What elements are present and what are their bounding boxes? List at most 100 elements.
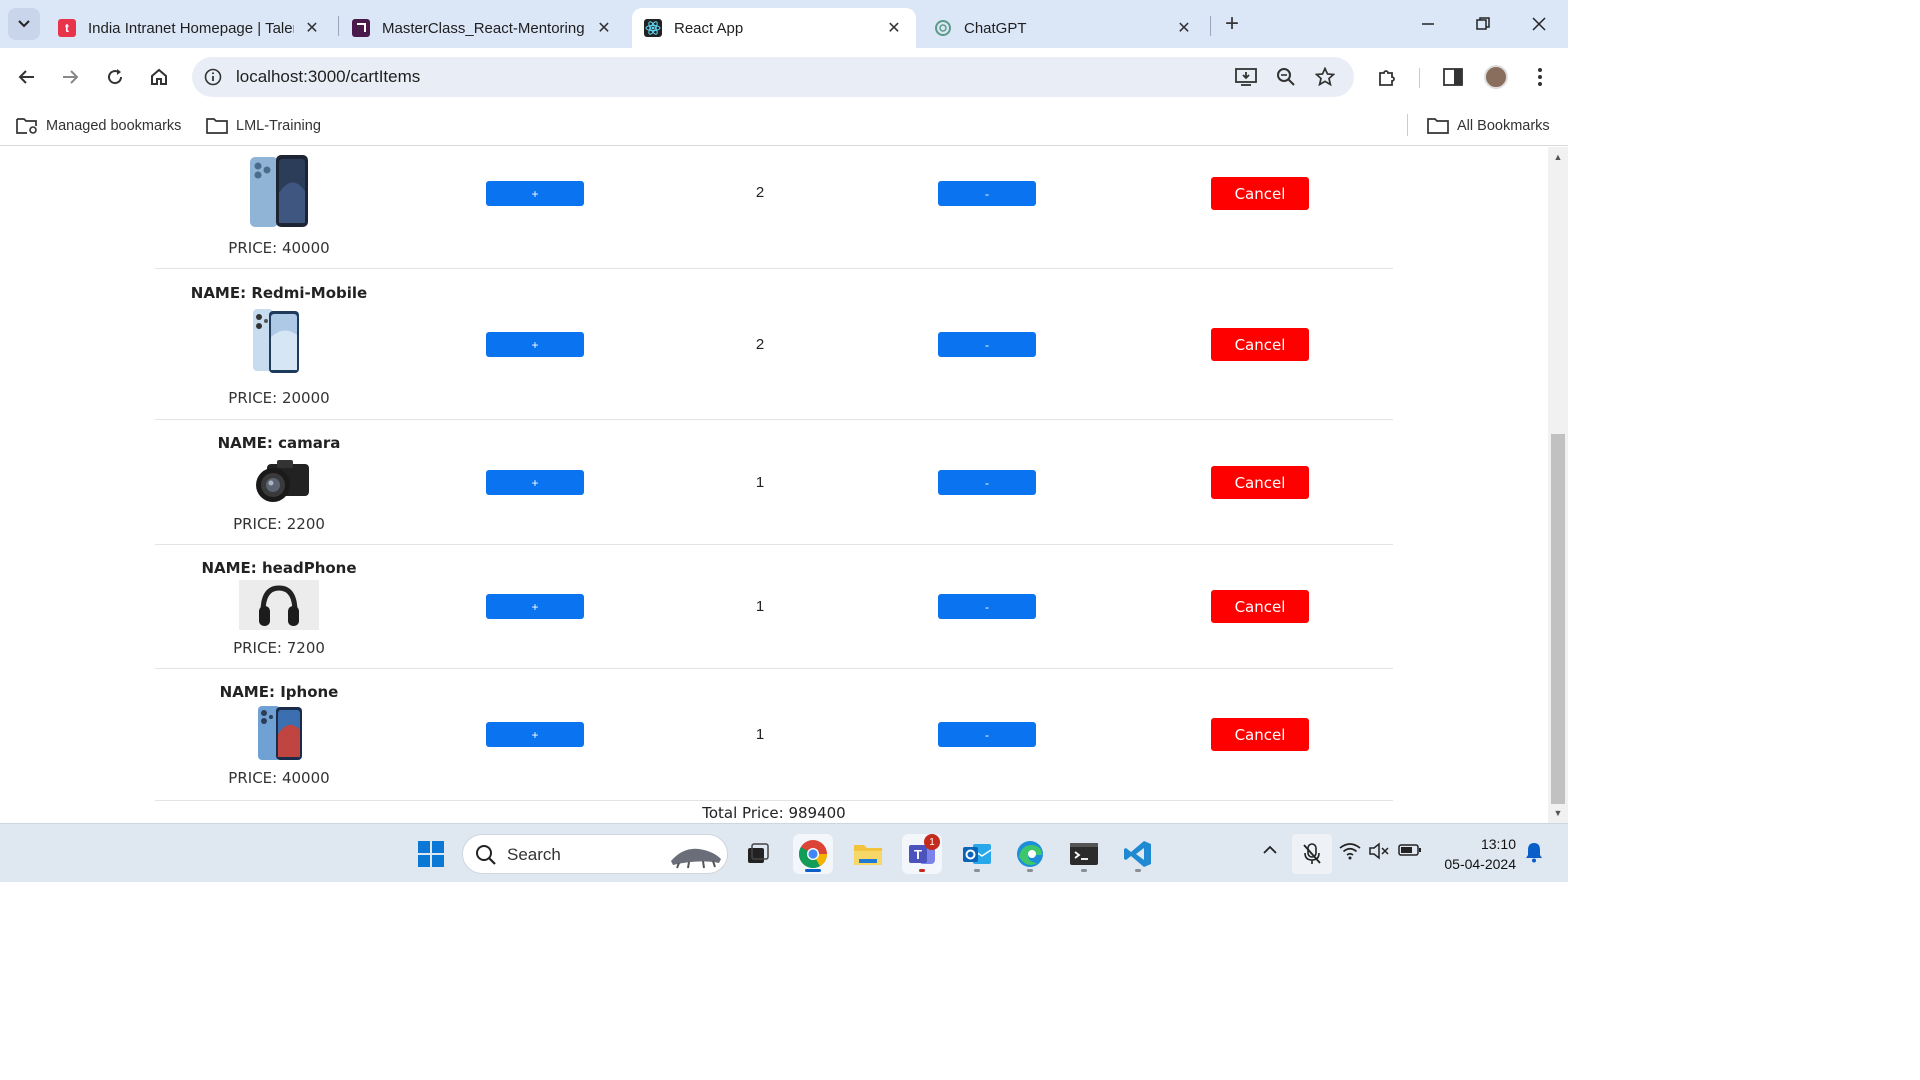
cart-item-row: NAME: headPhone PRICE: 7200 + 1 - Cancel (155, 545, 1393, 669)
new-tab-button[interactable]: + (1218, 10, 1246, 38)
increase-quantity-button[interactable]: + (486, 722, 584, 747)
tab-react-app[interactable]: React App ✕ (632, 8, 916, 48)
tab-masterclass[interactable]: MasterClass_React-Mentoring s ✕ (340, 8, 626, 48)
scrollbar-thumb[interactable] (1551, 434, 1565, 804)
clock[interactable]: 13:10 05-04-2024 (1430, 834, 1516, 874)
terminal-taskbar-button[interactable] (1064, 834, 1104, 874)
tab-title: MasterClass_React-Mentoring s (382, 19, 586, 37)
bookmark-folder-lml-training[interactable]: LML-Training (206, 112, 321, 140)
back-button[interactable] (11, 61, 43, 93)
decrease-quantity-button[interactable]: - (938, 722, 1036, 747)
product-cell: NAME: Redmi-Mobile PRICE: 20000 (155, 269, 403, 420)
notifications-bell-icon[interactable] (1524, 841, 1544, 868)
tab-chatgpt[interactable]: ChatGPT ✕ (922, 8, 1206, 48)
cancel-item-button[interactable]: Cancel (1211, 590, 1309, 623)
file-explorer-button[interactable] (848, 834, 888, 874)
puzzle-icon (1379, 70, 1395, 86)
close-icon (1532, 17, 1546, 31)
microphone-muted-button[interactable] (1292, 834, 1332, 874)
cart-item-row: PRICE: 40000 + 2 - Cancel (155, 147, 1393, 269)
plus-icon: + (1224, 10, 1239, 37)
tab-search-button[interactable] (8, 8, 40, 40)
close-tab-icon[interactable]: ✕ (594, 18, 614, 38)
home-icon (151, 68, 167, 85)
profile-button[interactable] (1480, 61, 1512, 93)
running-indicator (974, 869, 980, 872)
forward-button[interactable] (54, 61, 86, 93)
cart-item-row: NAME: Redmi-Mobile PRICE: 20000 + 2 - Ca… (155, 269, 1393, 420)
tab-strip: t India Intranet Homepage | Taler ✕ Mast… (0, 0, 1568, 48)
decrease-quantity-button[interactable]: - (938, 181, 1036, 206)
bookmarks-bar: Managed bookmarks LML-Training All Bookm… (0, 106, 1568, 146)
quantity-value: 1 (755, 474, 765, 491)
all-bookmarks[interactable]: All Bookmarks (1427, 112, 1550, 140)
edge-taskbar-button[interactable] (1010, 834, 1050, 874)
url-text[interactable]: localhost:3000/cartItems (236, 67, 420, 87)
task-view-button[interactable] (738, 834, 778, 874)
increase-quantity-button[interactable]: + (486, 594, 584, 619)
terminal-icon (1070, 843, 1098, 865)
extensions-button[interactable] (1371, 61, 1403, 93)
close-tab-icon[interactable]: ✕ (1174, 18, 1194, 38)
product-cell: NAME: Iphone PRICE: 40000 (155, 669, 403, 801)
reload-button[interactable] (99, 61, 131, 93)
menu-button[interactable] (1524, 61, 1556, 93)
camera-image (256, 460, 309, 502)
notification-badge: 1 (924, 834, 940, 850)
zoom-icon[interactable] (1274, 65, 1298, 89)
tab-intranet[interactable]: t India Intranet Homepage | Taler ✕ (46, 8, 334, 48)
decrease-quantity-button[interactable]: - (938, 470, 1036, 495)
chrome-taskbar-button[interactable] (793, 834, 833, 874)
battery-icon[interactable] (1398, 842, 1422, 863)
decrease-quantity-button[interactable]: - (938, 594, 1036, 619)
page-viewport: PRICE: 40000 + 2 - Cancel NAME: Redmi-Mo… (0, 147, 1568, 823)
wifi-icon[interactable] (1339, 842, 1361, 865)
cancel-item-button[interactable]: Cancel (1211, 177, 1309, 210)
page-scrollbar[interactable]: ▲ ▼ (1548, 147, 1568, 823)
increase-quantity-button[interactable]: + (486, 332, 584, 357)
product-name: NAME: Redmi-Mobile (190, 284, 368, 302)
folder-icon (206, 118, 228, 134)
minimize-button[interactable] (1405, 6, 1451, 42)
install-app-icon[interactable] (1234, 65, 1258, 89)
running-indicator (1135, 869, 1141, 872)
scroll-down-arrow-icon[interactable]: ▼ (1552, 807, 1564, 819)
teams-taskbar-button[interactable]: T 1 (902, 834, 942, 874)
restore-button[interactable] (1460, 6, 1506, 42)
address-bar[interactable]: localhost:3000/cartItems (192, 57, 1354, 97)
scroll-up-arrow-icon[interactable]: ▲ (1552, 151, 1564, 163)
cancel-item-button[interactable]: Cancel (1211, 466, 1309, 499)
volume-muted-icon[interactable] (1368, 842, 1390, 865)
running-indicator (1081, 869, 1087, 872)
managed-bookmarks[interactable]: Managed bookmarks (16, 112, 181, 140)
site-info-icon[interactable] (202, 66, 224, 88)
side-panel-button[interactable] (1437, 61, 1469, 93)
arrow-left-icon (18, 70, 34, 84)
cancel-item-button[interactable]: Cancel (1211, 328, 1309, 361)
running-indicator (1027, 869, 1033, 872)
vscode-taskbar-button[interactable] (1118, 834, 1158, 874)
bookmark-star-icon[interactable] (1313, 65, 1337, 89)
outlook-taskbar-button[interactable] (957, 834, 997, 874)
increase-quantity-button[interactable]: + (486, 181, 584, 206)
search-icon (476, 845, 496, 865)
bookmarks-separator (1407, 114, 1408, 136)
close-window-button[interactable] (1516, 6, 1562, 42)
search-highlight-image (671, 848, 721, 869)
cancel-item-button[interactable]: Cancel (1211, 718, 1309, 751)
taskbar-search[interactable]: Search (462, 834, 728, 874)
show-hidden-icons-button[interactable] (1262, 842, 1278, 860)
increase-quantity-button[interactable]: + (486, 470, 584, 495)
close-tab-icon[interactable]: ✕ (302, 18, 322, 38)
tab-title: React App (674, 19, 744, 37)
product-name: NAME: camara (217, 434, 341, 452)
microphone-muted-icon (1303, 843, 1321, 864)
start-button[interactable] (411, 834, 451, 874)
all-bookmarks-label: All Bookmarks (1457, 118, 1550, 134)
home-button[interactable] (143, 61, 175, 93)
decrease-quantity-button[interactable]: - (938, 332, 1036, 357)
folder-icon (1427, 118, 1449, 134)
blue-phone-image (250, 155, 308, 227)
close-tab-icon[interactable]: ✕ (884, 18, 904, 38)
quantity-value: 2 (755, 336, 765, 353)
